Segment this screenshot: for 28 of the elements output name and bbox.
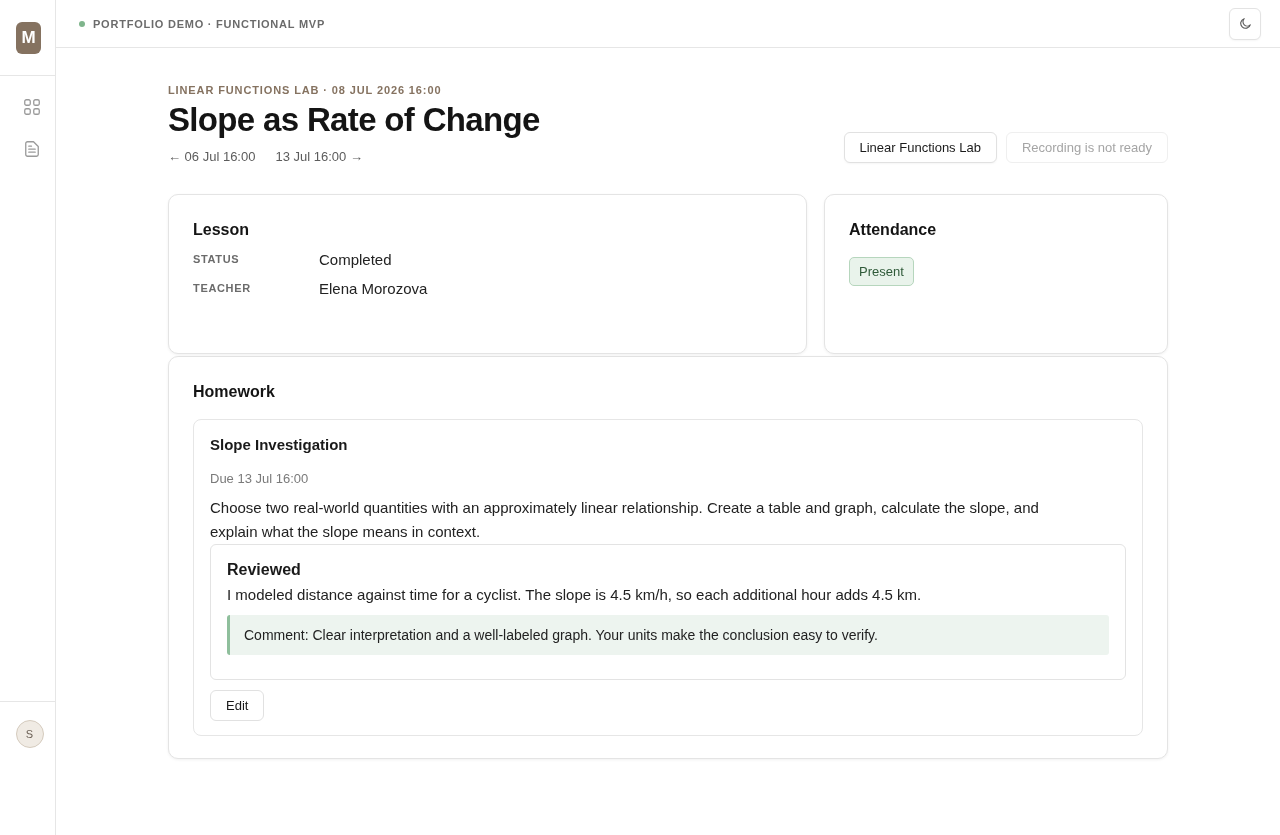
document-icon[interactable] (24, 141, 39, 157)
header-label: PORTFOLIO DEMO · FUNCTIONAL MVP (93, 17, 326, 30)
user-avatar[interactable]: S (15, 720, 44, 748)
card-title: Lesson (193, 220, 250, 239)
assignment-description: Choose two real-world quantities with an approximately linear relationship. Create a table and graph, calculate the slope, and explain what the slope means in context. (210, 497, 1040, 542)
edit-button[interactable]: Edit (210, 689, 265, 721)
page-title: Slope as Rate of Change (168, 101, 540, 139)
moon-icon (1239, 18, 1251, 29)
grid-icon[interactable] (23, 99, 40, 115)
assignment-title: Slope Investigation (210, 435, 349, 453)
logo-tile: M (16, 22, 41, 54)
submission-text: I modeled distance against time for a cyclist. The slope is 4.5 km/h, so each additional hour adds 4.5 km. (227, 584, 923, 605)
submission-status: Reviewed (227, 560, 302, 579)
status-dot-icon (79, 20, 85, 27)
next-lesson-link[interactable]: 13 Jul 16:00 → (275, 148, 363, 164)
attendance-badge: Present (849, 256, 914, 286)
due-date: Due 13 Jul 16:00 (210, 470, 310, 486)
field-label: STATUS (193, 253, 241, 266)
previous-lesson-link[interactable]: ← 06 Jul 16:00 (168, 148, 256, 164)
teacher-comment: Comment: Clear interpretation and a well-labeled graph. Your units make the conclusion easy to verify. (227, 614, 1109, 655)
field-label: TEACHER (193, 282, 252, 295)
course-date-label: LINEAR FUNCTIONS LAB · 08 JUL 2026 16:00 (168, 84, 443, 96)
card-title: Homework (193, 382, 276, 401)
card-title: Attendance (849, 220, 938, 239)
theme-toggle-button[interactable] (1229, 7, 1261, 40)
course-button[interactable]: Linear Functions Lab (843, 131, 997, 163)
field-value: Elena Morozova (319, 279, 428, 297)
field-value: Completed (319, 250, 392, 268)
